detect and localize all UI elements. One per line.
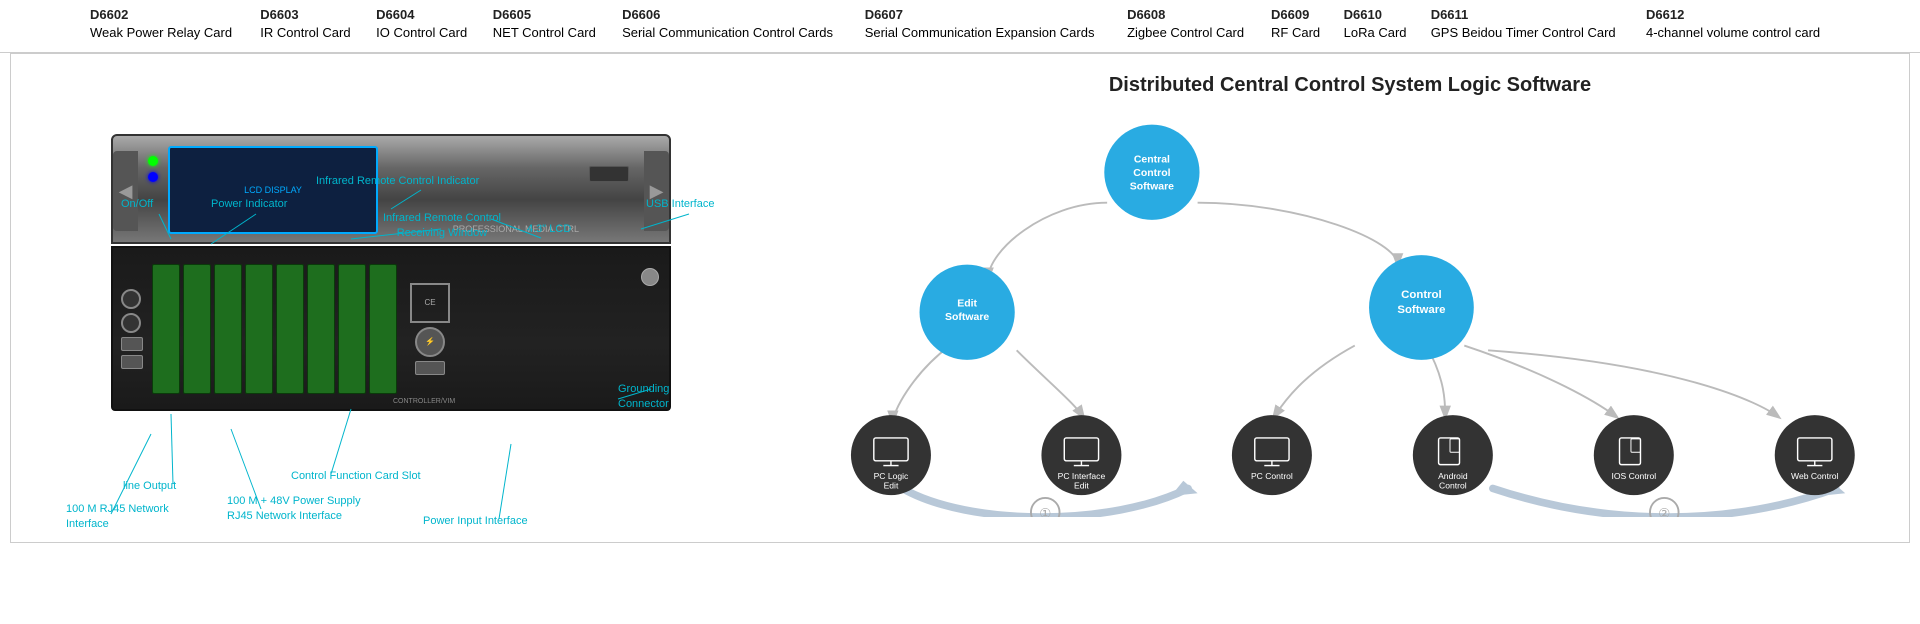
card-code: D6611 — [1431, 6, 1626, 24]
table-row: D6603 IR Control Card — [250, 4, 366, 44]
svg-text:Software: Software — [1397, 305, 1445, 317]
card-code: D6612 — [1646, 6, 1830, 24]
table-row: D6611 GPS Beidou Timer Control Card — [1421, 4, 1636, 44]
svg-text:IOS Control: IOS Control — [1611, 471, 1656, 481]
card-name: LoRa Card — [1344, 24, 1411, 42]
svg-text:Android: Android — [1438, 471, 1468, 481]
card-name: Zigbee Control Card — [1127, 24, 1251, 42]
svg-text:PC Logic: PC Logic — [874, 471, 909, 481]
label-power-input: Power Input Interface — [423, 514, 528, 529]
card-code: D6603 — [260, 6, 356, 24]
svg-text:Edit: Edit — [884, 481, 899, 491]
card-name: 4-channel volume control card — [1646, 24, 1830, 42]
label-on-off: On/Off — [121, 197, 153, 212]
table-row: D6602 Weak Power Relay Card — [80, 4, 250, 44]
main-section: ◀ LCD DISPLAY ▶ PROFESSIONAL MEDIA CTRL — [10, 53, 1910, 543]
table-row: D6610 LoRa Card — [1334, 4, 1421, 44]
svg-text:Edit: Edit — [957, 299, 977, 310]
label-line-output: line Output — [123, 479, 176, 494]
label-control-slot: Control Function Card Slot — [291, 469, 421, 484]
svg-text:Control: Control — [1133, 168, 1170, 179]
card-name: IO Control Card — [376, 24, 473, 42]
card-name: Serial Communication Control Cards — [622, 24, 845, 42]
svg-text:Central: Central — [1134, 155, 1170, 166]
svg-text:Software: Software — [1130, 182, 1174, 193]
card-code: D6609 — [1271, 6, 1324, 24]
table-row: D6608 Zigbee Control Card — [1117, 4, 1261, 44]
label-power-indicator: Power Indicator — [211, 197, 287, 212]
card-name: NET Control Card — [493, 24, 602, 42]
label-usb: USB Interface — [646, 197, 714, 212]
cards-table: D6602 Weak Power Relay Card D6603 IR Con… — [80, 4, 1840, 44]
card-code: D6605 — [493, 6, 602, 24]
card-code: D6604 — [376, 6, 473, 24]
table-row: D6609 RF Card — [1261, 4, 1334, 44]
diagram-title: Distributed Central Control System Logic… — [821, 74, 1879, 97]
left-diagram: ◀ LCD DISPLAY ▶ PROFESSIONAL MEDIA CTRL — [11, 54, 791, 542]
svg-text:①: ① — [1039, 506, 1051, 517]
svg-text:Software: Software — [945, 312, 989, 323]
svg-text:PC Control: PC Control — [1251, 471, 1293, 481]
table-row: D6604 IO Control Card — [366, 4, 483, 44]
card-name: Weak Power Relay Card — [90, 24, 240, 42]
svg-text:②: ② — [1658, 506, 1670, 517]
svg-text:PC Interface: PC Interface — [1058, 471, 1106, 481]
label-lcd: 4.3" LCD — [527, 222, 571, 237]
svg-text:Control: Control — [1439, 481, 1467, 491]
card-name: Serial Communication Expansion Cards — [865, 24, 1107, 42]
label-rj45-48v: 100 M + 48V Power SupplyRJ45 Network Int… — [227, 494, 361, 524]
label-grounding: GroundingConnector — [618, 382, 669, 412]
table-row: D6605 NET Control Card — [483, 4, 612, 44]
label-infrared-indicator: Infrared Remote Control Indicator — [316, 174, 479, 189]
svg-text:Edit: Edit — [1074, 481, 1089, 491]
card-name: GPS Beidou Timer Control Card — [1431, 24, 1626, 42]
label-infrared-window: Infrared Remote ControlReceiving Window — [383, 211, 501, 241]
card-name: RF Card — [1271, 24, 1324, 42]
right-diagram: Distributed Central Control System Logic… — [791, 54, 1909, 542]
card-code: D6608 — [1127, 6, 1251, 24]
logic-svg: ① ② Central Control Software Edit Softwa… — [821, 117, 1879, 517]
card-code: D6602 — [90, 6, 240, 24]
svg-text:Control: Control — [1401, 289, 1442, 301]
card-name: IR Control Card — [260, 24, 356, 42]
svg-text:Web Control: Web Control — [1791, 471, 1839, 481]
card-code: D6607 — [865, 6, 1107, 24]
card-code: D6606 — [622, 6, 845, 24]
table-row: D6606 Serial Communication Control Cards — [612, 4, 855, 44]
top-table-section: D6602 Weak Power Relay Card D6603 IR Con… — [0, 0, 1920, 53]
table-row: D6607 Serial Communication Expansion Car… — [855, 4, 1117, 44]
card-code: D6610 — [1344, 6, 1411, 24]
label-rj45-100m: 100 M RJ45 NetworkInterface — [66, 502, 169, 532]
table-row: D6612 4-channel volume control card — [1636, 4, 1840, 44]
